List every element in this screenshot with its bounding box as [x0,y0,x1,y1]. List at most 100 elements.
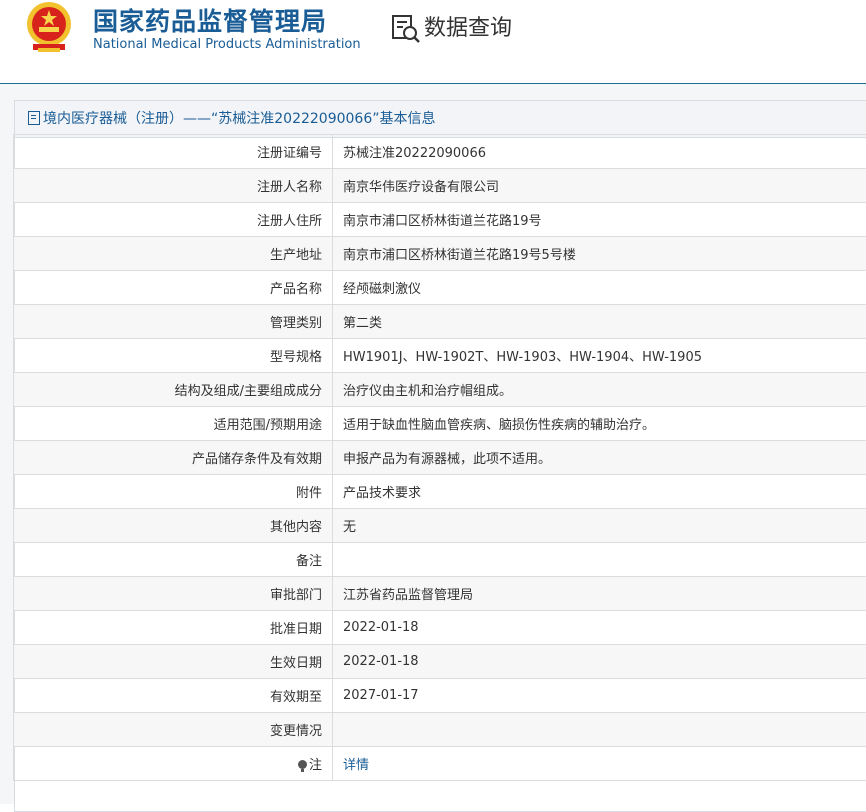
panel-title: 境内医疗器械（注册）——“苏械注准20222090066”基本信息 [15,101,866,138]
field-value: 苏械注准20222090066 [333,135,866,169]
field-label-text: 产品名称 [270,282,322,297]
field-label-text: 有效期至 [270,690,322,705]
field-value: 申报产品为有源器械，此项不适用。 [333,441,866,475]
field-value: 适用于缺血性脑血管疾病、脑损伤性疾病的辅助治疗。 [333,407,866,441]
field-label: 变更情况 [14,713,333,747]
field-label: 附件 [14,475,333,509]
field-label-text: 管理类别 [270,316,322,331]
field-value [333,543,866,577]
panel-title-text: 境内医疗器械（注册）——“苏械注准20222090066”基本信息 [43,111,435,127]
field-label-text: 注册人名称 [257,180,322,195]
field-label: 管理类别 [14,305,333,339]
table-row: 管理类别 第二类 [14,305,866,339]
field-value: 2027-01-17 [333,679,866,713]
table-row: 注册人住所南京市浦口区桥林街道兰花路19号 [14,203,866,237]
field-value-text: 适用于缺血性脑血管疾病、脑损伤性疾病的辅助治疗。 [343,418,655,433]
field-label: 产品名称 [14,271,333,305]
table-row: 产品名称 经颅磁刺激仪 [14,271,866,305]
field-label: 结构及组成/主要组成成分 [14,373,333,407]
field-value-text: 无 [343,520,356,535]
field-value-text: 经颅磁刺激仪 [343,282,421,297]
national-emblem-icon [24,0,74,54]
field-label: 适用范围/预期用途 [14,407,333,441]
field-value: 第二类 [333,305,866,339]
field-label: 注册人住所 [14,203,333,237]
site-header: 国家药品监督管理局 National Medical Products Admi… [0,0,866,84]
field-value: 无 [333,509,866,543]
field-value: 详情 [333,747,866,781]
field-value-text: 江苏省药品监督管理局 [343,588,473,603]
field-label-text: 变更情况 [270,724,322,739]
field-value-text: 苏械注准20222090066 [343,146,486,161]
field-label-text: 结构及组成/主要组成成分 [175,384,322,399]
field-label-text: 注 [309,758,322,773]
field-label: 生效日期 [14,645,333,679]
field-value-text: 治疗仪由主机和治疗帽组成。 [343,384,512,399]
field-label-text: 批准日期 [270,622,322,637]
field-label-text: 型号规格 [270,350,322,365]
field-value: HW1901J、HW-1902T、HW-1903、HW-1904、HW-1905 [333,339,866,373]
field-value: 经颅磁刺激仪 [333,271,866,305]
field-label: 产品储存条件及有效期 [14,441,333,475]
lightbulb-icon [298,760,307,769]
field-label-text: 适用范围/预期用途 [214,418,322,433]
field-label-text: 注册证编号 [257,146,322,161]
field-value-text: HW1901J、HW-1902T、HW-1903、HW-1904、HW-1905 [343,350,702,365]
table-row: 生产地址 南京市浦口区桥林街道兰花路19号5号楼 [14,237,866,271]
table-row: 结构及组成/主要组成成分 治疗仪由主机和治疗帽组成。 [14,373,866,407]
field-label: 有效期至 [14,679,333,713]
field-label-text: 生效日期 [270,656,322,671]
field-label-text: 其他内容 [270,520,322,535]
field-value-text: 2022-01-18 [343,620,419,635]
table-row: 有效期至 2027-01-17 [14,679,866,713]
document-search-icon[interactable] [390,12,422,44]
field-value: 2022-01-18 [333,645,866,679]
field-label: 生产地址 [14,237,333,271]
field-value: 南京市浦口区桥林街道兰花路19号 [333,203,866,237]
document-icon [28,111,40,125]
field-value-text: 南京华伟医疗设备有限公司 [343,180,499,195]
field-label-text: 生产地址 [270,248,322,263]
table-row: 生效日期 2022-01-18 [14,645,866,679]
field-label: 型号规格 [14,339,333,373]
field-label-text: 附件 [296,486,322,501]
table-row: 备注 [14,543,866,577]
table-row: 其他内容 无 [14,509,866,543]
field-value-text: 2022-01-18 [343,654,419,669]
field-label: 审批部门 [14,577,333,611]
field-label: 注册人名称 [14,169,333,203]
table-row: 附件 产品技术要求 [14,475,866,509]
field-value-text: 2027-01-17 [343,688,419,703]
field-value-text: 申报产品为有源器械，此项不适用。 [343,452,551,467]
table-row: 注册证编号 苏械注准20222090066 [14,135,866,169]
field-label: 注册证编号 [14,135,333,169]
detail-table: 注册证编号苏械注准20222090066注册人名称南京华伟医疗设备有限公司注册人… [13,134,866,781]
table-row: 适用范围/预期用途 适用于缺血性脑血管疾病、脑损伤性疾病的辅助治疗。 [14,407,866,441]
field-value: 2022-01-18 [333,611,866,645]
field-label-text: 备注 [296,554,322,569]
site-title-en: National Medical Products Administration [93,37,361,52]
field-label-text: 审批部门 [270,588,322,603]
field-value: 江苏省药品监督管理局 [333,577,866,611]
table-row: 审批部门 江苏省药品监督管理局 [14,577,866,611]
field-label: 其他内容 [14,509,333,543]
field-value: 南京华伟医疗设备有限公司 [333,169,866,203]
field-value-text: 南京市浦口区桥林街道兰花路19号5号楼 [343,248,576,263]
field-value: 南京市浦口区桥林街道兰花路19号5号楼 [333,237,866,271]
field-label: 批准日期 [14,611,333,645]
table-row: 变更情况 [14,713,866,747]
field-value-text: 产品技术要求 [343,486,421,501]
field-label: 备注 [14,543,333,577]
field-value-text: 第二类 [343,316,382,331]
field-value [333,713,866,747]
table-row: 注册人名称 南京华伟医疗设备有限公司 [14,169,866,203]
details-link[interactable]: 详情 [343,758,369,773]
field-value: 治疗仪由主机和治疗帽组成。 [333,373,866,407]
data-query-link[interactable]: 数据查询 [424,10,512,42]
table-row: 产品储存条件及有效期申报产品为有源器械，此项不适用。 [14,441,866,475]
field-label-text: 注册人住所 [257,214,322,229]
table-row: 注 详情 [14,747,866,781]
field-label: 注 [14,747,333,781]
field-value: 产品技术要求 [333,475,866,509]
site-title: 国家药品监督管理局 [93,2,327,38]
